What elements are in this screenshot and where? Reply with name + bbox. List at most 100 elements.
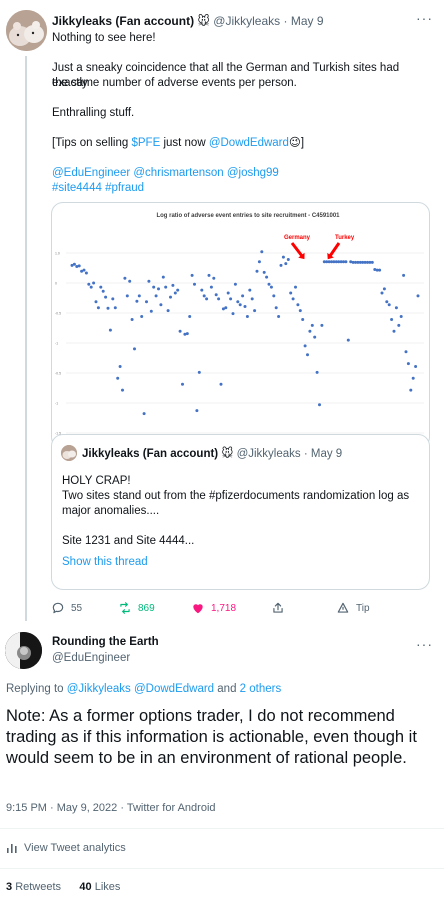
chart-point bbox=[154, 294, 158, 298]
author-name[interactable]: Jikkyleaks (Fan account) bbox=[52, 14, 194, 28]
more-options-icon[interactable]: ··· bbox=[416, 10, 433, 26]
chart-point bbox=[99, 285, 103, 289]
chart-point bbox=[197, 370, 201, 374]
chart-title: Log ratio of adverse event entries to si… bbox=[156, 213, 340, 219]
hashtag-links[interactable]: #site4444 #pfraud bbox=[52, 181, 432, 196]
chart-point bbox=[245, 315, 249, 318]
chart-point bbox=[394, 306, 398, 310]
show-thread-link[interactable]: Show this thread bbox=[62, 555, 422, 570]
scatter-chart: Log ratio of adverse event entries to si… bbox=[55, 213, 424, 436]
tweet-date[interactable]: May 9 bbox=[291, 14, 324, 28]
mention-link[interactable]: @DowdEdward bbox=[209, 137, 289, 149]
y-tick-label: 0 bbox=[55, 282, 57, 286]
reply-author-handle[interactable]: @EduEngineer bbox=[52, 652, 130, 664]
reply-button[interactable]: 55 bbox=[51, 600, 82, 616]
chart-point bbox=[96, 306, 100, 310]
chart-point bbox=[123, 276, 127, 280]
tweet-text-line: Nothing to see here! bbox=[52, 32, 156, 44]
chart-point bbox=[238, 303, 242, 307]
chart-point bbox=[137, 294, 141, 298]
reply-author-name[interactable]: Rounding the Earth bbox=[52, 636, 159, 648]
y-tick-label: -1 bbox=[55, 342, 58, 346]
heart-icon bbox=[193, 604, 203, 614]
likes-stat[interactable]: 40 Likes bbox=[79, 881, 120, 893]
quoted-text-line: HOLY CRAP! bbox=[62, 475, 131, 487]
chart-point bbox=[380, 291, 384, 295]
chart-annotation-label: Turkey bbox=[335, 235, 355, 241]
chart-point bbox=[147, 279, 151, 283]
wink-emoji: 😉 bbox=[288, 137, 301, 149]
chart-point bbox=[219, 382, 223, 386]
chart-point bbox=[392, 329, 396, 333]
chart-point bbox=[414, 365, 418, 368]
chart-image[interactable]: Log ratio of adverse event entries to si… bbox=[51, 202, 430, 449]
chart-point bbox=[121, 388, 124, 392]
y-tick-label: -1 bbox=[55, 402, 58, 406]
chart-point bbox=[111, 297, 115, 301]
replying-to-others[interactable]: 2 others bbox=[240, 683, 282, 695]
tweet-timestamp[interactable]: 9:15 PM · May 9, 2022 · Twitter for Andr… bbox=[6, 802, 216, 814]
chart-point bbox=[253, 309, 257, 313]
share-button[interactable] bbox=[271, 600, 285, 616]
chart-point bbox=[387, 303, 391, 307]
chart-point bbox=[181, 382, 184, 386]
tips-line: [Tips on selling $PFE just now @DowdEdwa… bbox=[52, 136, 432, 151]
quoted-tweet-card[interactable]: Jikkyleaks (Fan account) 🐭 @Jikkyleaks ·… bbox=[51, 434, 430, 590]
chart-point bbox=[291, 297, 295, 301]
replying-to-mentions[interactable]: @Jikkyleaks @DowdEdward bbox=[67, 683, 214, 695]
y-tick-label: 1.0 bbox=[55, 252, 60, 256]
chart-point bbox=[169, 295, 172, 299]
author-handle[interactable]: @Jikkyleaks bbox=[213, 14, 280, 28]
divider bbox=[0, 828, 444, 829]
chart-point bbox=[320, 323, 324, 327]
y-tick-label: -0.5 bbox=[55, 312, 61, 316]
chart-point bbox=[176, 288, 180, 292]
chart-point bbox=[303, 344, 307, 348]
chart-point bbox=[128, 279, 132, 283]
retweet-button[interactable]: 869 bbox=[118, 600, 155, 616]
chart-point bbox=[390, 318, 394, 321]
retweets-stat[interactable]: 3 Retweets bbox=[6, 881, 61, 893]
quoted-tweet-header: Jikkyleaks (Fan account) 🐭 @Jikkyleaks ·… bbox=[82, 446, 342, 460]
chart-point bbox=[286, 258, 290, 261]
mentions-links[interactable]: @EduEngineer @chrismartenson @joshg99 bbox=[52, 166, 432, 181]
retweets-label: Retweets bbox=[15, 881, 62, 893]
chart-point bbox=[92, 281, 96, 285]
tip-button[interactable]: Tip bbox=[336, 600, 370, 616]
more-options-icon[interactable]: ··· bbox=[416, 636, 433, 652]
chart-point bbox=[135, 299, 139, 303]
chart-annotation-arrow bbox=[328, 242, 341, 257]
chart-point bbox=[152, 285, 156, 289]
reply-tweet-text: Note: As a former options trader, I do n… bbox=[6, 707, 417, 767]
chart-point bbox=[294, 285, 297, 289]
cashtag-link[interactable]: $PFE bbox=[131, 137, 160, 149]
chart-point bbox=[200, 288, 204, 292]
tweet-header: Jikkyleaks (Fan account) 🐭 @Jikkyleaks ·… bbox=[52, 14, 324, 28]
chart-point bbox=[269, 285, 273, 289]
author-avatar[interactable] bbox=[6, 10, 47, 51]
tweet-text-line: Enthralling stuff. bbox=[52, 107, 135, 119]
chart-point bbox=[378, 268, 382, 272]
chart-point bbox=[315, 370, 319, 374]
chart-point bbox=[116, 376, 120, 380]
chart-point bbox=[164, 285, 168, 289]
like-button[interactable]: 1,718 bbox=[191, 600, 236, 616]
chart-point bbox=[101, 289, 105, 293]
chart-point bbox=[130, 318, 134, 321]
chart-point bbox=[77, 264, 81, 268]
chart-point bbox=[195, 409, 199, 413]
chart-point bbox=[157, 287, 160, 291]
tip-icon bbox=[337, 602, 349, 613]
chart-point bbox=[229, 297, 233, 301]
view-analytics-link[interactable]: View Tweet analytics bbox=[6, 842, 126, 854]
separator-dot: · bbox=[283, 14, 288, 28]
tips-prefix: [Tips on selling bbox=[52, 137, 132, 149]
chart-point bbox=[207, 273, 211, 277]
chart-point bbox=[399, 315, 403, 318]
chart-point bbox=[193, 282, 196, 286]
quoted-author-name: Jikkyleaks (Fan account) bbox=[82, 448, 219, 460]
reply-author-avatar[interactable] bbox=[5, 632, 42, 669]
tip-label: Tip bbox=[356, 602, 370, 614]
chart-point bbox=[214, 293, 218, 297]
chart-point bbox=[108, 328, 112, 332]
